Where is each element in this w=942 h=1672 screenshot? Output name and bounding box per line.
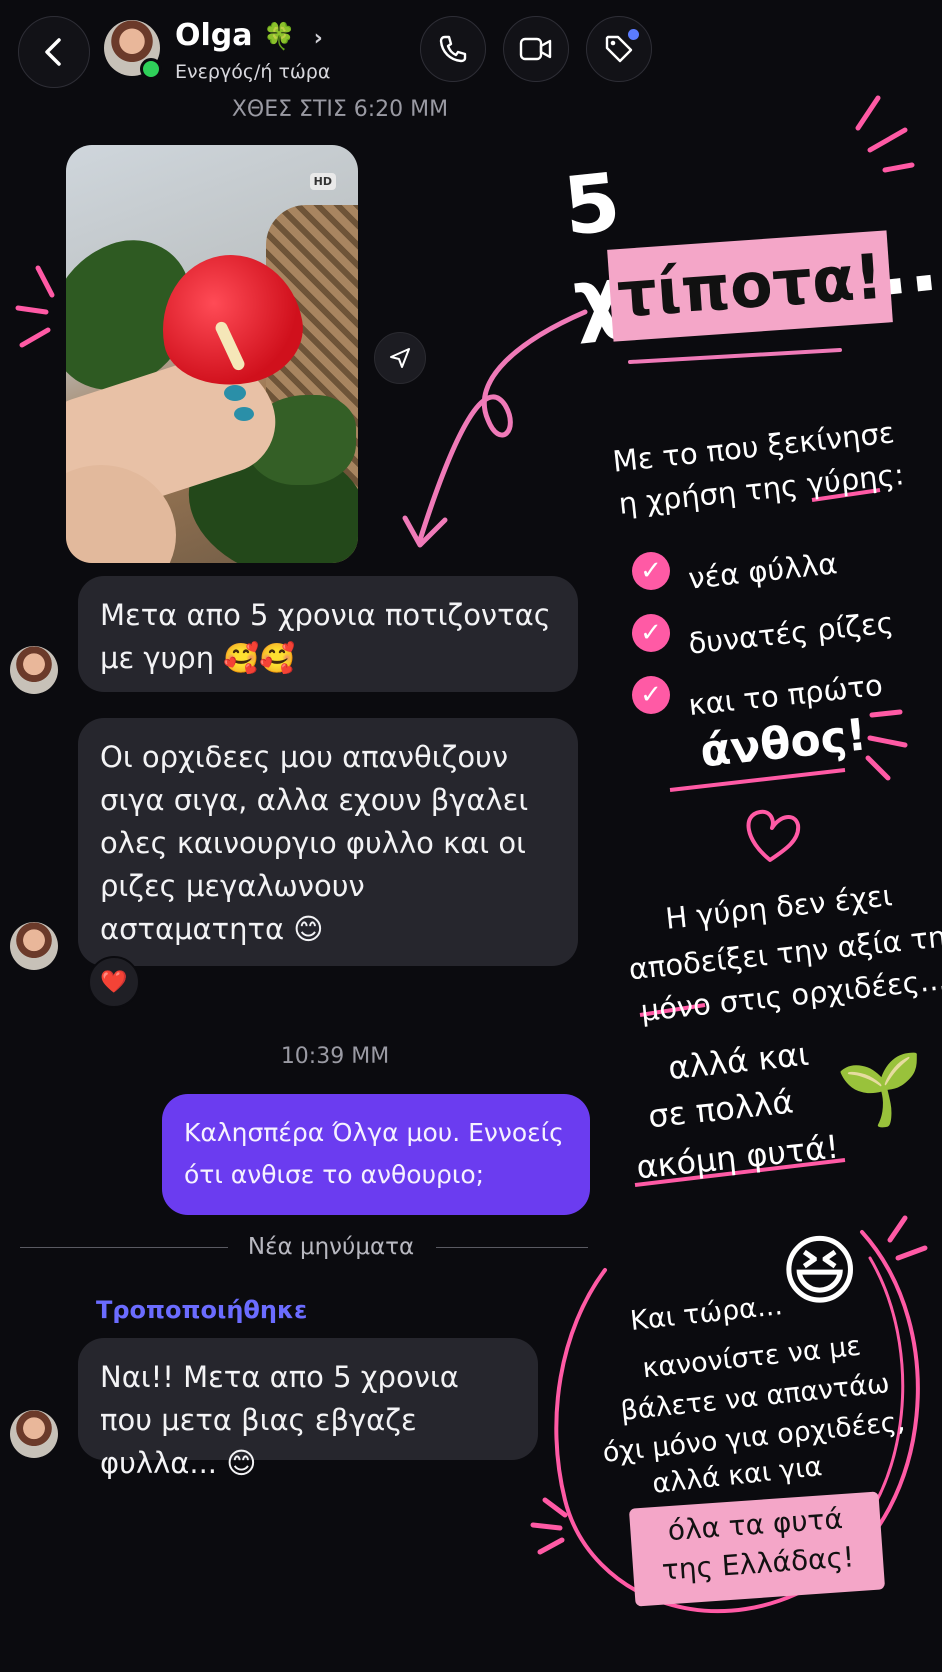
heart-outline: [746, 809, 801, 862]
check-item: ✓ νέα φύλλα: [632, 540, 894, 602]
promo-subtitle-highlight: τίποτα!: [607, 230, 893, 342]
underline: [628, 348, 842, 364]
checkmark-icon: ✓: [632, 676, 670, 714]
checklist: ✓ νέα φύλλα ✓ δυνατές ρίζες ✓ και το πρώ…: [632, 540, 895, 726]
cta-highlight: όλα τα φυτά της Ελλάδας!: [628, 1491, 886, 1607]
laughing-emoji: 😆: [780, 1226, 860, 1315]
checkmark-icon: ✓: [632, 552, 670, 590]
underline: [669, 768, 846, 792]
promo-subtitle: τίποτα!: [614, 239, 886, 332]
curved-arrow: [417, 309, 588, 543]
check-item: ✓ δυνατές ρίζες: [632, 602, 895, 664]
checkmark-icon: ✓: [632, 614, 670, 652]
sprout-icon: 🌱: [836, 1048, 924, 1130]
